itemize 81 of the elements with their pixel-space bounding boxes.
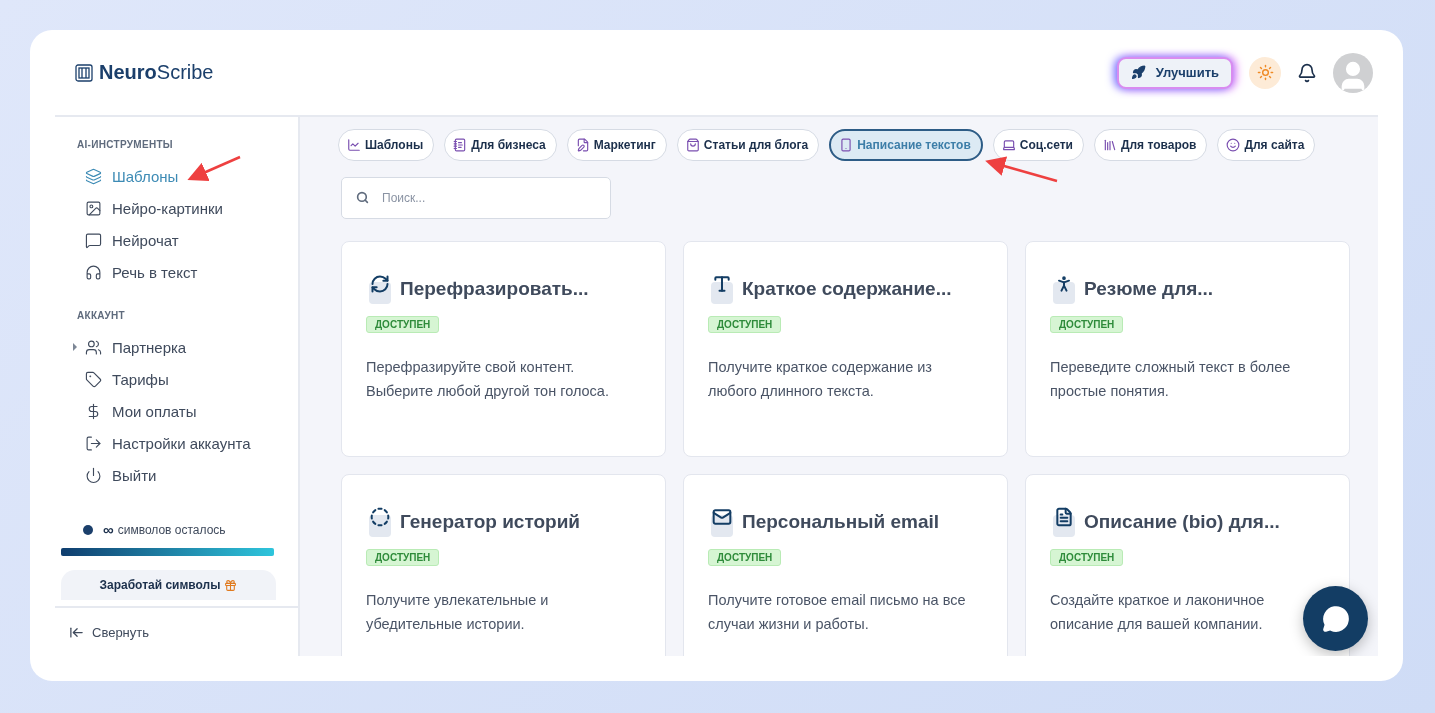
dashed-circle-icon — [366, 507, 394, 537]
layers-icon — [85, 167, 102, 185]
theme-toggle[interactable] — [1249, 56, 1281, 89]
status-badge: ДОСТУПЕН — [1050, 316, 1124, 333]
status-dot — [83, 524, 93, 535]
card-title: Краткое содержание... — [742, 278, 952, 300]
category-chip[interactable]: Маркетинг — [566, 129, 667, 161]
template-card[interactable]: Краткое содержание... ДОСТУПЕН Получите краткое содержание из любого длинного текста. — [683, 241, 1008, 457]
card-description: Переведите сложный текст в более простые понятия. — [1050, 358, 1292, 401]
card-title: Перефразировать... — [400, 278, 589, 300]
brand-name: NeuroScribe — [99, 61, 214, 84]
section-title: AI-ИНСТРУМЕНТЫ — [77, 139, 174, 150]
logout-icon — [85, 434, 102, 452]
template-card[interactable]: Генератор историй ДОСТУПЕН Получите увлекательные и убедительные истории. — [341, 474, 666, 656]
sidebar-item[interactable]: Речь в текст — [77, 256, 276, 288]
power-icon — [85, 466, 102, 484]
category-chip[interactable]: Для сайта — [1217, 129, 1316, 161]
card-title: Персональный email — [742, 511, 940, 533]
logo-icon — [75, 63, 93, 82]
card-title: Резюме для... — [1084, 278, 1214, 300]
status-badge: ДОСТУПЕН — [1050, 549, 1124, 566]
search-icon — [356, 191, 369, 204]
card-description: Получите увлекательные и убедительные истории. — [366, 591, 550, 634]
category-chip[interactable]: Написание текстов — [829, 129, 983, 161]
status-badge: ДОСТУПЕН — [366, 549, 440, 566]
category-chip[interactable]: Статьи для блога — [676, 129, 820, 161]
chat-bubble-icon — [1321, 604, 1350, 633]
sidebar-item[interactable]: Партнерка — [77, 331, 276, 363]
sidebar-item[interactable]: Выйти — [77, 459, 276, 491]
card-title: Генератор историй — [400, 511, 580, 533]
sidebar-item[interactable]: Нейрочат — [77, 224, 276, 256]
template-card[interactable]: Персональный email ДОСТУПЕН Получите готовое email письмо на все случаи жизни и работы. — [683, 474, 1008, 656]
books-icon — [1102, 138, 1117, 152]
image-icon — [85, 199, 102, 217]
card-description: Создайте краткое и лаконичное описание для вашей компании. — [1050, 591, 1266, 634]
card-description: Получите краткое содержание из любого длинного текста. — [708, 358, 934, 401]
search-field[interactable]: Поиск... — [341, 177, 611, 219]
chat-bubble-icon — [85, 231, 102, 249]
template-card[interactable]: Описание (bio) для... ДОСТУПЕН Создайте краткое и лаконичное описание для вашей компании. — [1025, 474, 1350, 656]
headphones-icon — [85, 263, 102, 281]
shopping-bag-icon — [685, 138, 700, 152]
sidebar-item[interactable]: Настройки аккаунта — [77, 427, 276, 459]
rocket-icon — [1130, 65, 1146, 80]
envelope-icon — [708, 507, 736, 537]
sidebar-item[interactable]: Нейро-картинки — [77, 192, 276, 224]
template-card[interactable]: Резюме для... ДОСТУПЕН Переведите сложный текст в более простые понятия. — [1025, 241, 1350, 457]
category-chip[interactable]: Шаблоны — [338, 129, 435, 161]
section-title: АККАУНТ — [77, 310, 126, 321]
document-icon — [1050, 507, 1078, 537]
status-badge: ДОСТУПЕН — [708, 549, 782, 566]
users-icon — [85, 338, 102, 356]
memo-icon — [575, 138, 590, 152]
sidebar-item[interactable]: Мои оплаты — [77, 395, 276, 427]
category-chip[interactable]: Соц.сети — [992, 129, 1084, 161]
category-chip[interactable]: Для бизнеса — [444, 129, 557, 161]
card-title: Описание (bio) для... — [1084, 511, 1280, 533]
text-cursor-icon — [708, 274, 736, 304]
category-chip[interactable]: Для товаров — [1093, 129, 1208, 161]
sidebar-item[interactable]: Шаблоны — [77, 160, 276, 192]
phone-icon — [839, 138, 854, 152]
credits-label: символов осталось — [117, 522, 226, 537]
refresh-icon — [366, 274, 394, 304]
template-card[interactable]: Перефразировать... ДОСТУПЕН Перефразируйте свой контент. Выберите любой другой тон голоса. — [341, 241, 666, 457]
laptop-icon — [1001, 138, 1016, 152]
sun-icon — [1256, 64, 1274, 81]
card-description: Получите готовое email письмо на все случаи жизни и работы. — [708, 591, 967, 634]
annotation-arrow — [187, 155, 241, 182]
infinity-sign: ∞ — [103, 521, 114, 538]
person-icon — [1050, 274, 1078, 304]
sidebar-item[interactable]: Тарифы — [77, 363, 276, 395]
earn-button[interactable]: Заработай символы — [61, 570, 276, 600]
upgrade-button[interactable]: Улучшить — [1116, 56, 1233, 89]
gift-icon — [224, 578, 238, 592]
tag-icon — [85, 370, 102, 388]
bell-icon[interactable] — [1297, 62, 1317, 83]
card-description: Перефразируйте свой контент. Выберите любой другой тон голоса. — [366, 358, 610, 401]
notebook-icon — [453, 138, 468, 152]
face-icon — [1226, 138, 1241, 152]
status-badge: ДОСТУПЕН — [708, 316, 782, 333]
chart-icon — [347, 138, 361, 152]
status-badge: ДОСТУПЕН — [366, 316, 440, 333]
